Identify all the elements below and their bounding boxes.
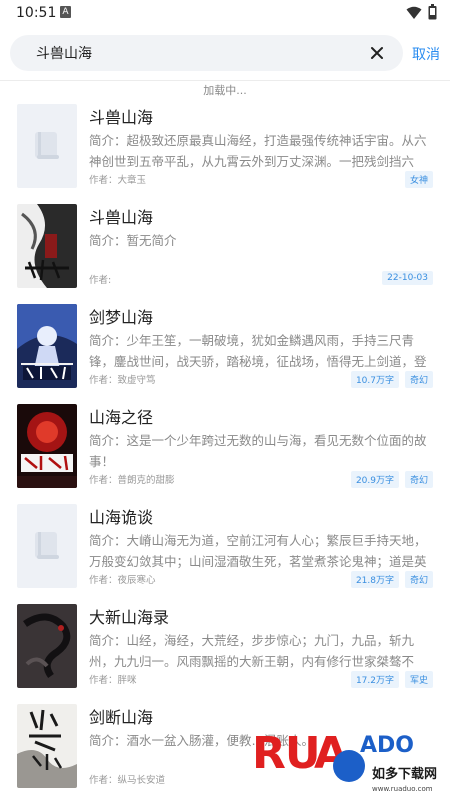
cover-art-blue xyxy=(17,304,77,388)
book-tag: 军史 xyxy=(404,671,433,688)
book-placeholder-icon xyxy=(35,532,59,559)
book-title: 山海之径 xyxy=(89,408,154,427)
battery-icon xyxy=(428,4,437,20)
svg-text:RU: RU xyxy=(252,728,320,779)
cover-art-dragon xyxy=(17,604,77,688)
book-tags: 10.7万字 奇幻 xyxy=(350,371,433,388)
book-author: 作者：普朗克的甜膨 xyxy=(89,475,175,486)
book-tag: 奇幻 xyxy=(404,471,433,488)
book-title: 大新山海录 xyxy=(89,608,170,627)
book-title: 剑梦山海 xyxy=(89,308,154,327)
book-description: 简介：暂无简介 xyxy=(89,233,177,248)
book-tags: 17.2万字 军史 xyxy=(350,671,433,688)
book-description: 简介：大嵴山海无为道，空前江河有人心；繁辰巨手持天地，万般变幻敛其中；山间湿酒敬… xyxy=(89,533,427,569)
book-description: 简介：这是一个少年跨过无数的山与海，看见无数个位面的故事！ xyxy=(89,433,427,469)
book-tags: 20.9万字 奇幻 xyxy=(350,471,433,488)
cover-art-sword xyxy=(17,704,77,788)
book-cover xyxy=(17,204,77,288)
book-description: 简介：山经，海经，大荒经，步步惊心；九门，九品，斩九州，九九归一。风雨飘摇的大新… xyxy=(89,633,415,669)
book-author: 作者：致虚守笃 xyxy=(89,375,156,386)
book-placeholder-icon xyxy=(35,132,59,159)
search-bar xyxy=(10,35,403,71)
book-item[interactable]: 大新山海录 简介：山经，海经，大荒经，步步惊心；九门，九品，斩九州，九九归一。风… xyxy=(0,600,450,700)
cover-art-red xyxy=(17,404,77,488)
svg-text:如多下载网: 如多下载网 xyxy=(372,766,437,782)
book-tag: 10.7万字 xyxy=(350,371,399,388)
book-cover xyxy=(17,504,77,588)
book-tag: 女神 xyxy=(404,171,433,188)
book-tag: 21.8万字 xyxy=(350,571,399,588)
book-description: 简介：超极致还原最真山海经，打造最强传统神话宇宙。从六神创世到五帝平乱，从九霄云… xyxy=(89,133,427,169)
book-cover xyxy=(17,304,77,388)
wifi-icon xyxy=(406,6,422,19)
divider xyxy=(0,80,450,81)
book-title: 山海诡谈 xyxy=(89,508,154,527)
book-item[interactable]: 剑梦山海 简介：少年王笙，一朝破境，犹如金鳞遇风雨，手持三尺青锋，鏖战世间，战天… xyxy=(0,300,450,400)
book-cover xyxy=(17,604,77,688)
book-tags: 女神 xyxy=(404,171,433,188)
book-author: 作者：夜辰寒心 xyxy=(89,575,156,586)
book-tag: 奇幻 xyxy=(404,371,433,388)
book-item[interactable]: 山海诡谈 简介：大嵴山海无为道，空前江河有人心；繁辰巨手持天地，万般变幻敛其中；… xyxy=(0,500,450,600)
notification-icon: A xyxy=(60,6,71,18)
book-tags: 21.8万字 奇幻 xyxy=(350,571,433,588)
svg-text:ADO: ADO xyxy=(360,733,414,758)
book-author: 作者：纵马长安道 xyxy=(89,775,166,786)
book-cover xyxy=(17,104,77,188)
book-tags: 22-10-03 xyxy=(382,271,433,285)
status-time: 10:51 xyxy=(16,5,57,21)
book-item[interactable]: 斗兽山海 简介：暂无简介 作者: 22-10-03 xyxy=(0,200,450,300)
book-item[interactable]: 斗兽山海 简介：超极致还原最真山海经，打造最强传统神话宇宙。从六神创世到五帝平乱… xyxy=(0,100,450,200)
book-title: 剑断山海 xyxy=(89,708,154,727)
book-author: 作者：胖咪 xyxy=(89,675,137,686)
cover-art-ink xyxy=(17,204,77,288)
book-item[interactable]: 山海之径 简介：这是一个少年跨过无数的山与海，看见无数个位面的故事！ 作者：普朗… xyxy=(0,400,450,500)
status-bar: 10:51 A xyxy=(0,0,450,26)
search-input[interactable] xyxy=(36,35,356,71)
clear-icon[interactable] xyxy=(368,44,386,62)
book-tag: 奇幻 xyxy=(404,571,433,588)
cancel-button[interactable]: 取消 xyxy=(412,44,440,64)
book-tag: 20.9万字 xyxy=(350,471,399,488)
book-description: 简介：少年王笙，一朝破境，犹如金鳞遇风雨，手持三尺青锋，鏖战世间，战天骄，踏秘境… xyxy=(89,333,427,369)
loading-text: 加载中... xyxy=(203,84,247,97)
svg-text:www.ruaduo.com: www.ruaduo.com xyxy=(372,785,433,793)
book-author: 作者：大章玉 xyxy=(89,175,147,186)
book-cover xyxy=(17,704,77,788)
book-title: 斗兽山海 xyxy=(89,108,154,127)
watermark-logo: RU A ADO 如多下载网 www.ruaduo.com xyxy=(252,718,442,797)
book-cover xyxy=(17,404,77,488)
book-title: 斗兽山海 xyxy=(89,208,154,227)
book-tag: 17.2万字 xyxy=(350,671,399,688)
book-author: 作者: xyxy=(89,275,112,286)
book-tag: 22-10-03 xyxy=(382,271,433,285)
